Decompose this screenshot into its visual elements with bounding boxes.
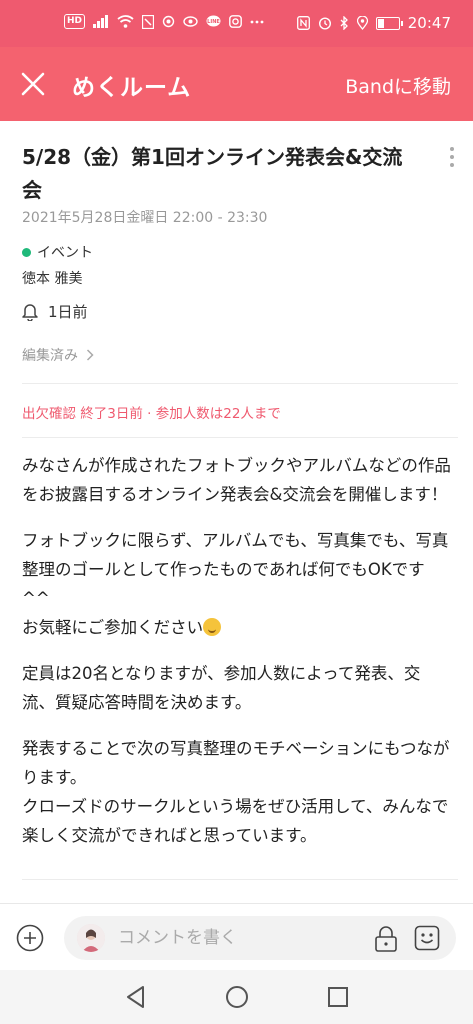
edited-link[interactable]: 編集済み [22,345,95,365]
event-category: イベント [22,242,93,262]
reminder-label: 1日前 [48,303,88,321]
home-icon[interactable] [224,984,250,1010]
eye-icon [183,16,198,27]
reminder[interactable]: 1日前 [22,301,88,322]
page-title: めくルーム [72,75,192,101]
location-icon [356,16,368,30]
body-paragraph: 発表することで次の写真整理のモチベーションにもつながります。 クローズドのサークル… [22,734,452,850]
body-line: 発表することで次の写真整理のモチベーションにもつながります。 [22,739,450,787]
divider [22,383,458,384]
body-line: クローズドのサークルという場をぜひ活用して、みんなで楽しく交流ができればと思って… [22,797,449,845]
post-body: みなさんが作成されたフォトブックやアルバムなどの作品をお披露目するオンライン発表… [22,451,452,867]
body-line: お気軽にご参加ください [22,618,204,637]
divider [22,879,458,880]
chevron-right-icon [87,349,95,361]
sticker-icon[interactable] [414,925,440,951]
system-nav-bar [0,970,473,1024]
hugging-face-icon [203,618,222,636]
event-datetime: 2021年5月28日金曜日 22:00 - 23:30 [22,210,268,226]
svg-text:LINE: LINE [207,19,220,25]
comment-box[interactable]: コメントを書く [64,916,456,960]
signal-icon [93,15,109,28]
close-icon[interactable] [20,71,46,97]
instagram-icon [229,15,242,28]
category-dot [22,247,31,257]
edited-label: 編集済み [22,348,78,364]
body-line: フォトブックに限らず、アルバムでも、写真集でも、写真整理のゴールとして作ったもの… [22,531,449,608]
post-title: 5/28（金）第1回オンライン発表会&交流会 [22,145,403,202]
back-icon[interactable] [123,984,149,1010]
recents-icon[interactable] [325,984,351,1010]
status-bar: HD LINE 20:47 [0,0,473,47]
app-notification-icon [142,14,155,29]
body-paragraph: みなさんが作成されたフォトブックやアルバムなどの作品をお披露目するオンライン発表… [22,456,451,504]
bell-icon [22,303,38,321]
clock: 20:47 [407,14,451,32]
nfc-icon [296,16,310,30]
comment-bar: コメントを書く [0,903,473,971]
more-options-icon[interactable] [449,147,455,169]
app-header: めくルーム Bandに移動 [0,47,473,121]
bluetooth-icon [340,16,348,30]
battery-icon [375,16,403,30]
lock-icon[interactable] [374,926,398,952]
more-dots-icon [250,20,264,23]
status-left-icons: HD LINE [64,14,264,29]
user-avatar-icon [77,924,105,952]
attendance-info[interactable]: 出欠確認 終了3日前 · 参加人数は22人まで [22,402,281,422]
divider [22,437,458,438]
wifi-icon [117,15,134,28]
status-right-icons: 20:47 [296,14,451,32]
hd-icon: HD [64,14,86,29]
category-label: イベント [37,245,93,261]
avatar [77,924,105,952]
comment-input[interactable]: コメントを書く [118,916,237,960]
alarm-icon [318,17,331,30]
author-name: 徳本 雅美 [22,271,83,287]
body-paragraph: フォトブックに限らず、アルバムでも、写真集でも、写真整理のゴールとして作ったもの… [22,526,452,642]
line-icon: LINE [206,15,221,27]
body-paragraph: 定員は20名となりますが、参加人数によって発表、交流、質疑応答時間を決めます。 [22,664,421,712]
plus-circle-icon[interactable] [16,924,44,952]
link-icon [162,15,175,28]
move-to-band-button[interactable]: Bandに移動 [345,72,451,99]
